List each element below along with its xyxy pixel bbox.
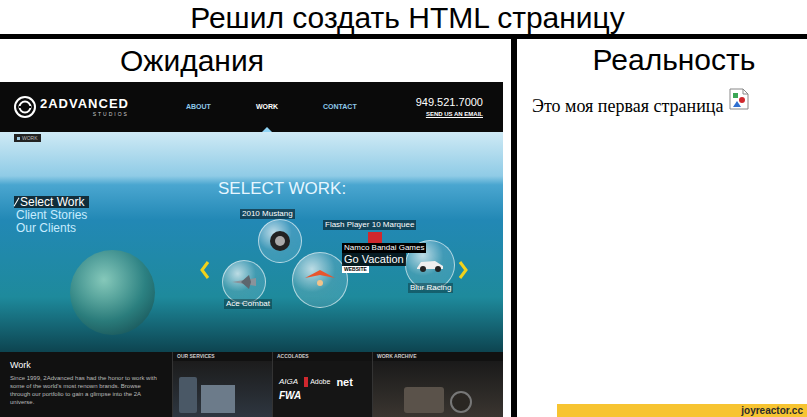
intro-text: Since 1999, 2Advanced has had the honor … <box>10 374 162 406</box>
site-nav: ABOUT WORK CONTACT <box>186 82 393 132</box>
selected-slash-icon <box>14 197 20 206</box>
section-title: OUR SERVICES <box>173 352 272 361</box>
watermark-text: joyreactor.cc <box>741 405 803 417</box>
panels: Ожидания 2ADVANCED STUDIOS <box>0 39 807 417</box>
featured-tag: WEBSITE <box>342 266 369 273</box>
archive-image <box>373 361 503 417</box>
hang-glider-icon <box>303 268 337 292</box>
logo-name: 2ADVANCED <box>40 97 129 110</box>
side-menu-label: Client Stories <box>16 209 87 221</box>
jet-icon <box>231 274 257 290</box>
broken-image-icon <box>729 88 749 110</box>
meme-title: Решил создать HTML страницу <box>0 0 807 34</box>
nav-item[interactable]: WORK <box>256 82 323 132</box>
right-chevron-icon[interactable] <box>458 261 468 279</box>
watermark-bar: joyreactor.cc <box>557 404 807 417</box>
nav-label: WORK <box>256 102 278 113</box>
aiga-logo: AIGA <box>279 377 298 387</box>
featured-card[interactable]: Namco Bandai Games Go Vacation WEBSITE <box>342 243 426 273</box>
carousel-label[interactable]: 2010 Mustang <box>240 209 295 219</box>
side-menu-item[interactable]: Our Clients <box>14 222 89 234</box>
breadcrumb: WORK <box>14 134 41 142</box>
site-footer: Work Since 1999, 2Advanced has had the h… <box>0 352 503 417</box>
section-title: WORK ARCHIVE <box>373 352 503 361</box>
email-link[interactable]: SEND US AN EMAIL <box>426 111 483 117</box>
nav-item[interactable]: ABOUT <box>186 82 256 132</box>
adobe-logo: Adobe <box>304 377 330 387</box>
expectation-panel: Ожидания 2ADVANCED STUDIOS <box>0 39 511 417</box>
net-logo: net <box>336 376 353 388</box>
breadcrumb-square-icon <box>17 137 20 140</box>
site-logo[interactable]: 2ADVANCED STUDIOS <box>0 82 186 132</box>
breadcrumb-text: WORK <box>22 135 38 141</box>
featured-title: Go Vacation <box>342 253 406 266</box>
lens-shape <box>450 391 472 413</box>
logo-ring-icon <box>14 96 36 118</box>
reality-panel: Реальность Это моя первая страница <box>517 39 807 417</box>
screen-shape <box>201 385 235 413</box>
reality-label: Реальность <box>593 43 756 77</box>
side-menu-label: Select Work <box>20 196 84 208</box>
side-menu-item[interactable]: Client Stories <box>14 209 89 221</box>
carousel-label[interactable]: Flash Player 10 Marquee <box>323 220 416 230</box>
ocean-scene: WORK Select Work Client Stories Our Clie… <box>0 132 503 352</box>
title-rule <box>0 34 807 39</box>
fwa-logo: FWA <box>279 390 301 402</box>
first-page-text: Это моя первая страница <box>532 95 723 117</box>
phone-shape <box>179 377 197 413</box>
archive-column[interactable]: WORK ARCHIVE <box>372 352 503 417</box>
nav-label: ABOUT <box>186 102 211 113</box>
featured-client: Namco Bandai Games <box>342 243 426 253</box>
side-menu-item[interactable]: Select Work <box>14 196 89 208</box>
website-screenshot: 2ADVANCED STUDIOS ABOUT WORK CONTACT <box>0 82 503 417</box>
services-column[interactable]: OUR SERVICES <box>172 352 272 417</box>
intro-column: Work Since 1999, 2Advanced has had the h… <box>0 352 172 417</box>
meme: Решил создать HTML страницу Ожидания <box>0 0 807 417</box>
nav-label: CONTACT <box>323 102 357 113</box>
expectation-label: Ожидания <box>120 44 264 78</box>
side-menu: Select Work Client Stories Our Clients <box>14 196 89 234</box>
first-page: Это моя первая страница <box>517 81 807 117</box>
section-title: ACCOLADES <box>273 352 372 361</box>
car-icon <box>415 257 445 273</box>
logo-text: 2ADVANCED STUDIOS <box>40 97 129 117</box>
panel-divider <box>511 39 517 417</box>
services-image <box>173 361 272 417</box>
accolades-column[interactable]: ACCOLADES AIGA Adobe net FWA <box>272 352 372 417</box>
select-work-heading: SELECT WORK: <box>218 179 346 199</box>
camera-shape <box>404 387 444 413</box>
ace-combat-bubble[interactable] <box>222 260 266 304</box>
accolade-logos: AIGA Adobe net FWA <box>273 361 372 417</box>
phone-number: 949.521.7000 <box>416 97 483 108</box>
reality-header: Реальность <box>517 39 807 81</box>
mustang-bubble[interactable] <box>258 219 302 263</box>
carousel-label[interactable]: Ace Combat <box>224 299 272 309</box>
tire-icon <box>269 230 291 252</box>
intro-heading: Work <box>10 360 162 371</box>
side-menu-label: Our Clients <box>16 222 76 234</box>
contact-block: 949.521.7000 SEND US AN EMAIL <box>416 82 503 132</box>
expectation-header: Ожидания <box>0 39 511 82</box>
carousel-label[interactable]: Blur Racing <box>408 283 453 293</box>
left-chevron-icon[interactable] <box>200 261 210 279</box>
vacation-bubble[interactable] <box>292 252 348 308</box>
title-text: Решил создать HTML страницу <box>190 2 625 34</box>
sphere-decoration <box>70 250 155 335</box>
nav-item[interactable]: CONTACT <box>323 82 393 132</box>
logo-sub: STUDIOS <box>93 112 129 117</box>
site-header: 2ADVANCED STUDIOS ABOUT WORK CONTACT <box>0 82 503 132</box>
